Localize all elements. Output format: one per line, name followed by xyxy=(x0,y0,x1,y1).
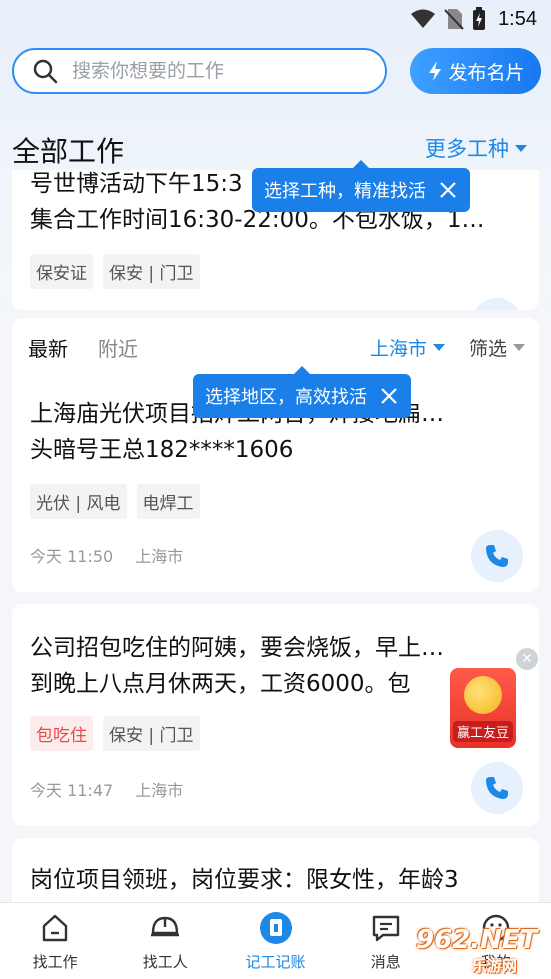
watermark-sub: 乐游网 xyxy=(472,957,518,975)
post-time: 今天 11:47 xyxy=(30,781,114,800)
region-tooltip: 选择地区，高效找活 xyxy=(193,366,411,418)
filter-bar: 最新 附近 上海市 筛选 xyxy=(12,318,539,376)
floating-reward-ad[interactable]: 赢工友豆 xyxy=(450,668,516,748)
more-types-dropdown[interactable]: 更多工种 xyxy=(425,133,527,163)
tab-find-worker[interactable]: 找工人 xyxy=(110,903,220,979)
tab-nearby[interactable]: 附近 xyxy=(98,333,138,362)
tab-label: 找工作 xyxy=(32,952,78,971)
tab-find-job[interactable]: 找工作 xyxy=(0,903,110,979)
job-description-line: 头暗号王总182****1606 xyxy=(30,437,294,463)
search-icon xyxy=(33,59,58,84)
publish-card-button[interactable]: 发布名片 xyxy=(410,48,541,94)
tab-label: 找工人 xyxy=(142,952,188,971)
close-icon[interactable] xyxy=(438,180,458,200)
call-button[interactable] xyxy=(471,298,523,310)
call-button[interactable] xyxy=(471,530,523,582)
more-types-label: 更多工种 xyxy=(425,137,509,161)
city-selector[interactable]: 上海市 xyxy=(370,334,445,361)
job-description-line: 岗位项目领班，岗位要求：限女性，年龄3 xyxy=(30,867,459,893)
post-city: 上海市 xyxy=(135,547,184,566)
watermark-logo: 962.NET xyxy=(416,925,538,955)
no-sim-icon xyxy=(444,9,464,30)
job-tag: 保安 | 门卫 xyxy=(103,254,200,289)
job-description-line: 公司招包吃住的阿姨，要会烧饭，早上… xyxy=(30,635,444,661)
wifi-icon xyxy=(411,9,436,28)
job-tag: 保安 | 门卫 xyxy=(103,716,200,751)
chevron-down-icon xyxy=(513,343,525,351)
message-icon xyxy=(369,911,403,945)
tab-label: 记工记账 xyxy=(245,952,306,971)
site-watermark: 962.NET 乐游网 xyxy=(412,925,548,975)
helmet-icon xyxy=(148,911,182,945)
ad-close-button[interactable]: ✕ xyxy=(516,648,538,670)
phone-icon xyxy=(486,777,508,799)
job-tag: 光伏 | 风电 xyxy=(30,484,127,519)
publish-card-label: 发布名片 xyxy=(448,61,525,84)
call-button[interactable] xyxy=(471,762,523,814)
lightning-icon xyxy=(429,61,442,81)
search-input[interactable] xyxy=(72,60,352,82)
close-icon[interactable] xyxy=(379,386,399,406)
tab-latest[interactable]: 最新 xyxy=(28,333,68,362)
job-tag: 保安证 xyxy=(30,254,93,289)
ledger-icon xyxy=(259,911,293,945)
chevron-down-icon xyxy=(433,343,445,351)
filter-dropdown[interactable]: 筛选 xyxy=(469,334,525,361)
page-title: 全部工作 xyxy=(12,135,125,168)
home-icon xyxy=(38,911,72,945)
tooltip-text: 选择工种，精准找活 xyxy=(264,181,426,202)
post-city: 上海市 xyxy=(135,781,184,800)
tab-ledger[interactable]: 记工记账 xyxy=(220,903,330,979)
tab-label: 消息 xyxy=(370,952,401,971)
clock: 1:54 xyxy=(498,7,537,30)
tooltip-text: 选择地区，高效找活 xyxy=(205,387,367,408)
post-time: 今天 11:50 xyxy=(30,547,114,566)
battery-icon xyxy=(473,7,486,30)
chevron-down-icon xyxy=(515,144,527,152)
job-tag: 电焊工 xyxy=(136,484,200,519)
status-bar: 1:54 xyxy=(0,0,551,38)
job-tag-highlight: 包吃住 xyxy=(30,716,93,751)
coin-icon xyxy=(464,676,502,714)
city-label: 上海市 xyxy=(369,337,427,360)
filter-label: 筛选 xyxy=(468,337,507,360)
search-bar[interactable] xyxy=(12,48,387,94)
phone-icon xyxy=(486,545,508,567)
reward-ad-label: 赢工友豆 xyxy=(452,721,513,742)
job-type-tooltip: 选择工种，精准找活 xyxy=(252,160,470,212)
